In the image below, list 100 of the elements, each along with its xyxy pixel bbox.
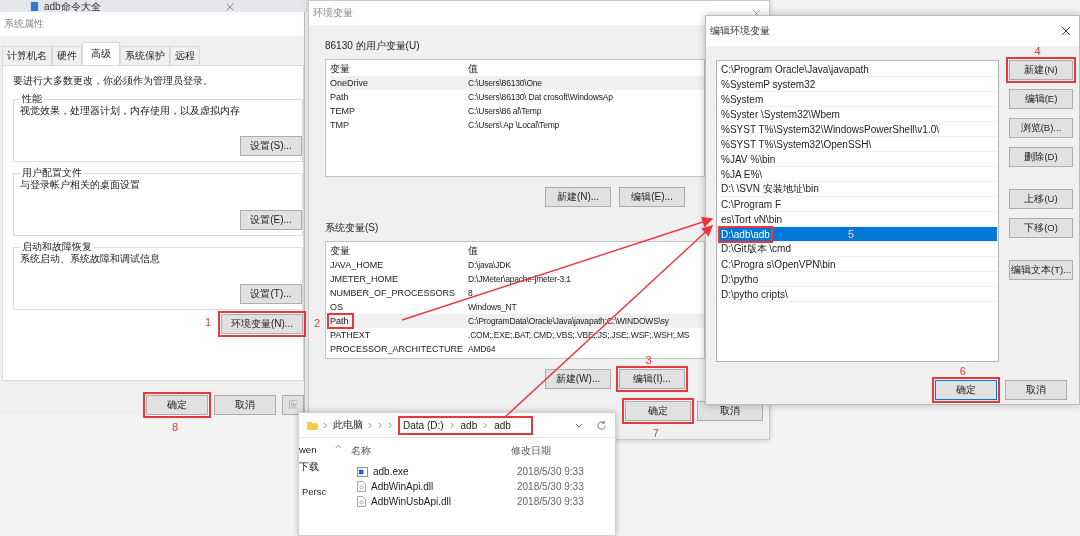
path-text: D:\ \SVN 安装地址\bin — [721, 182, 819, 196]
list-item[interactable]: D:\adb\adb 5 — [718, 227, 997, 242]
dialog-button[interactable]: 确定 — [935, 380, 997, 400]
list-item[interactable]: %SYST T%\System32\OpenSSH\ — [718, 137, 997, 152]
breadcrumb-item[interactable]: adb — [494, 419, 511, 431]
scroll-up-icon[interactable] — [335, 444, 342, 449]
dialog-button[interactable]: 确定 — [146, 395, 208, 415]
file-icon — [357, 496, 366, 507]
list-item[interactable]: C:\Program F — [718, 197, 997, 212]
list-item[interactable]: C:\Progra s\OpenVPN\bin — [718, 257, 997, 272]
table-row[interactable]: TEMP C:\Users\86 al\Temp — [330, 104, 704, 118]
dialog-button[interactable]: 确定 — [625, 401, 691, 421]
dialog-button[interactable]: 取消 — [1005, 380, 1067, 400]
annotation-number: 8 — [172, 421, 179, 433]
tab[interactable]: 高级 — [82, 42, 120, 65]
side-button[interactable]: 删除(D) — [1009, 147, 1073, 167]
side-button[interactable]: 编辑(E) — [1009, 89, 1073, 109]
annotation-number: 6 — [959, 365, 966, 377]
file-name[interactable]: AdbWinApi.dll — [371, 481, 434, 492]
table-cell-text: Windows_NT — [468, 302, 518, 312]
nav-item[interactable]: Persc — [299, 486, 343, 497]
annotation-number: 5 — [848, 228, 855, 240]
settings-button[interactable]: 设置(E)... — [240, 210, 302, 230]
group-title: 启动和故障恢复 — [21, 240, 93, 253]
table-row[interactable]: Path C:\Users\86130\ Dat crosoft\WindowsAp — [330, 90, 704, 104]
list-item[interactable]: %SystemP system32 — [718, 77, 997, 92]
refresh-icon[interactable] — [596, 419, 607, 431]
dialog-button[interactable]: 新建(W)... — [545, 369, 611, 389]
path-text: %JAV %\bin — [721, 153, 776, 165]
annotation-number: 4 — [1034, 45, 1041, 57]
file-icon — [357, 481, 366, 492]
file-date: 2018/5/30 9:33 — [517, 466, 584, 477]
settings-button[interactable]: 设置(T)... — [240, 284, 302, 304]
table-cell-text: C:\Users\86 al\Temp — [468, 106, 543, 116]
column-header[interactable]: 修改日期 — [511, 444, 551, 458]
list-item[interactable]: D:\Git版本 \cmd — [718, 242, 997, 257]
column-header[interactable]: 变量 — [330, 244, 468, 258]
nav-item[interactable]: wen — [299, 444, 343, 455]
file-date: 2018/5/30 9:33 — [517, 481, 584, 492]
list-item[interactable]: %SYST T%\System32\WindowsPowerShell\v1.0\ — [718, 122, 997, 137]
list-item[interactable]: D:\pytho — [718, 272, 997, 287]
chevron-icon — [483, 421, 489, 429]
side-button[interactable]: 上移(U) — [1009, 189, 1073, 209]
table-cell-text: C:\Users\86130\One — [468, 78, 543, 88]
nav-item[interactable]: 下载 — [299, 461, 343, 474]
file-name[interactable]: adb.exe — [373, 466, 409, 477]
tab[interactable]: 硬件 — [52, 46, 82, 65]
side-button[interactable]: 浏览(B)... — [1009, 118, 1073, 138]
list-item[interactable]: %JAV %\bin — [718, 152, 997, 167]
tab[interactable]: 系统保护 — [120, 46, 170, 65]
table-row[interactable]: OneDrive C:\Users\86130\One — [330, 76, 704, 90]
list-item[interactable]: C:\Program Oracle\Java\javapath — [718, 62, 997, 77]
annotation-number: 1 — [205, 316, 212, 328]
table-cell-text: JMETER_HOME — [330, 274, 399, 284]
breadcrumb-item[interactable]: Data (D:) — [403, 419, 444, 431]
dialog-button[interactable]: 编辑(I)... — [619, 369, 685, 389]
side-button[interactable]: 编辑文本(T)... — [1009, 260, 1073, 280]
settings-button[interactable]: 设置(S)... — [240, 136, 302, 156]
dialog-button[interactable]: 编辑(E)... — [619, 187, 685, 207]
column-header[interactable]: 名称 — [351, 444, 511, 458]
close-icon[interactable] — [1061, 26, 1071, 36]
table-cell-text: TMP — [330, 120, 350, 130]
section-title: 系统变量(S) — [325, 221, 379, 235]
column-header[interactable]: 变量 — [330, 62, 468, 76]
table-row[interactable]: OS Windows_NT — [330, 300, 704, 314]
path-text: D:\Git版本 \cmd — [721, 242, 791, 256]
dialog-button[interactable]: 取消 — [214, 395, 276, 415]
file-name[interactable]: AdbWinUsbApi.dll — [371, 496, 452, 507]
table-cell-text: JAVA_HOME — [330, 260, 385, 270]
side-button[interactable]: 新建(N) — [1009, 60, 1073, 80]
table-row[interactable]: PROCESSOR_ARCHITECTURE AMD64 — [330, 342, 704, 356]
environment-variables-button[interactable]: 环境变量(N)... — [221, 314, 303, 334]
breadcrumb-item[interactable]: adb — [460, 419, 478, 431]
table-row[interactable]: NUMBER_OF_PROCESSORS 8 — [330, 286, 704, 300]
table-row[interactable]: JAVA_HOME D:\java\JDK — [330, 258, 704, 272]
list-item[interactable]: %JA E%\ — [718, 167, 997, 182]
column-header[interactable]: 值 — [468, 62, 478, 76]
tab[interactable]: 计算机名 — [2, 46, 52, 65]
table-cell-text: Path — [330, 92, 350, 102]
tab[interactable]: 远程 — [170, 46, 200, 65]
list-item[interactable]: D:\pytho cripts\ — [718, 287, 997, 302]
list-item[interactable]: D:\ \SVN 安装地址\bin — [718, 182, 997, 197]
breadcrumb-item[interactable]: 此电脑 — [333, 418, 363, 432]
dropdown-icon[interactable] — [575, 422, 583, 428]
table-row[interactable]: TMP C:\Users\ Ap \Local\Temp — [330, 118, 704, 132]
dialog-button[interactable]: 新建(N)... — [545, 187, 611, 207]
side-button[interactable]: 下移(O) — [1009, 218, 1073, 238]
application-icon — [357, 466, 368, 477]
window-title: 环境变量 — [313, 6, 353, 20]
path-text: %SYST T%\System32\OpenSSH\ — [721, 138, 872, 150]
table-cell-text: OS — [330, 302, 344, 312]
path-text: %SystemP system32 — [721, 78, 816, 90]
group-title: 性能 — [21, 92, 43, 106]
tab-title[interactable]: adb命令大全 — [44, 0, 101, 13]
list-item[interactable]: %Syster \System32\Wbem — [718, 107, 997, 122]
column-header[interactable]: 值 — [468, 244, 478, 258]
list-item[interactable]: %System — [718, 92, 997, 107]
path-text: D:\adb\adb — [721, 228, 770, 240]
table-cell-text: NUMBER_OF_PROCESSORS — [330, 288, 457, 298]
chevron-icon — [323, 421, 328, 429]
